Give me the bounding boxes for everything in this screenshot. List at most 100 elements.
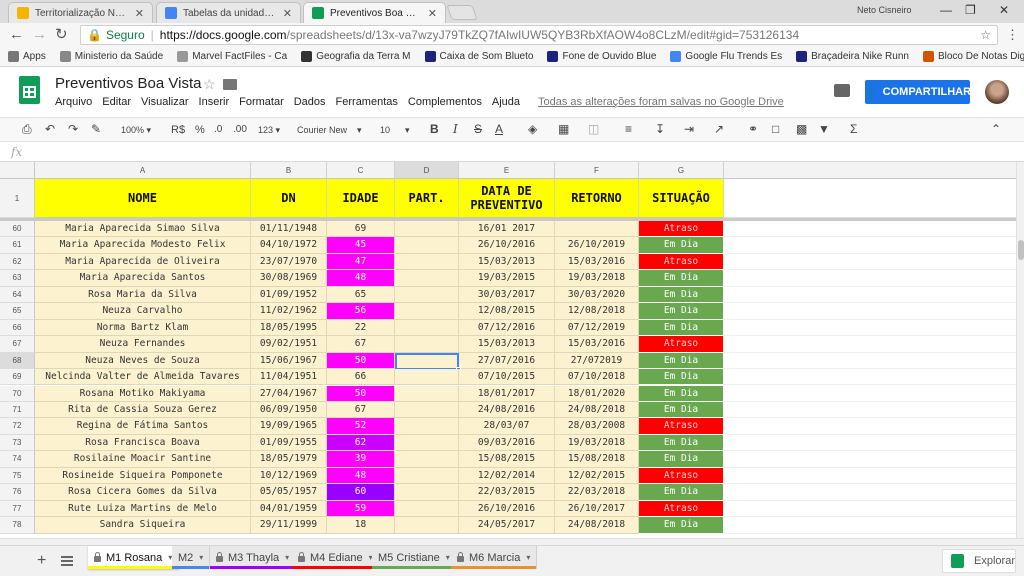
cell-nome[interactable]: Neuza Carvalho [35,303,251,320]
cell-dn[interactable]: 29/11/1999 [251,517,327,534]
forward-icon[interactable]: → [32,27,47,42]
empty-cell[interactable] [724,451,1016,468]
new-tab-button[interactable] [446,5,478,20]
horizontal-align-icon[interactable]: ≡ [625,123,632,135]
column-header[interactable]: B [251,162,327,179]
cell-dn[interactable]: 01/11/1948 [251,221,327,238]
sheets-logo-icon[interactable] [19,76,40,104]
status-cell[interactable]: Em Dia [639,517,724,534]
print-icon[interactable]: ⎙ [22,123,32,135]
add-sheet-icon[interactable]: + [37,553,46,569]
cell-nome[interactable]: Maria Aparecida de Oliveira [35,253,251,271]
bookmark-item[interactable]: Apps [8,51,46,62]
restore-icon[interactable]: ❐ [965,3,976,17]
folder-icon[interactable] [223,79,237,90]
cell-idade[interactable]: 18 [327,517,395,534]
menu-item[interactable]: Formatar [239,96,284,108]
comments-icon[interactable] [834,84,850,97]
row-header[interactable]: 69 [0,369,35,386]
cell-idade[interactable]: 62 [327,434,395,452]
menu-item[interactable]: Dados [294,96,326,108]
chrome-menu-icon[interactable]: ⋮ [1006,27,1019,42]
row-header[interactable]: 73 [0,434,35,452]
row-header[interactable]: 62 [0,253,35,271]
bookmark-item[interactable]: Geografia da Terra M [301,51,411,62]
cell-idade[interactable]: 67 [327,401,395,419]
row-header[interactable]: 67 [0,336,35,353]
row-header[interactable]: 77 [0,500,35,518]
cell-prev[interactable]: 18/01/2017 [459,385,555,402]
row-header[interactable]: 74 [0,451,35,468]
empty-cell[interactable] [724,369,1016,386]
insert-chart-icon[interactable]: ▩ [796,123,807,135]
empty-cell[interactable] [724,336,1016,353]
selected-cell[interactable] [395,352,459,371]
bookmark-item[interactable]: Bloco De Notas Digit [922,51,1024,62]
status-cell[interactable]: Em Dia [639,319,724,337]
cell-dn[interactable]: 06/09/1950 [251,401,327,419]
status-cell[interactable]: Em Dia [639,401,724,419]
cell-ret[interactable]: 15/08/2018 [555,451,639,468]
column-title-c[interactable]: IDADE [327,179,395,218]
cell-prev[interactable]: 15/03/2013 [459,253,555,271]
explore-button[interactable]: Explorar [942,549,1016,573]
cell-ret[interactable]: 19/03/2018 [555,270,639,287]
cell-idade[interactable]: 66 [327,369,395,386]
font-size-select[interactable]: 10 ▾ [380,124,410,136]
row-header[interactable]: 75 [0,467,35,485]
cell-part[interactable] [395,484,459,501]
column-title-f[interactable]: RETORNO [555,179,639,218]
column-header[interactable]: E [459,162,555,179]
url-input[interactable]: 🔒 Seguro | https://docs.google.com/sprea… [80,25,998,45]
empty-cell[interactable] [724,286,1016,304]
cell-dn[interactable]: 01/09/1952 [251,286,327,304]
cell-prev[interactable]: 26/10/2016 [459,237,555,254]
cell-nome[interactable]: Maria Aparecida Simao Silva [35,221,251,238]
status-cell[interactable]: Em Dia [639,434,724,452]
text-wrap-icon[interactable]: ⇥ [684,123,694,135]
currency-button[interactable]: R$ [171,124,185,136]
share-button[interactable]: 👤 COMPARTILHAR [864,80,971,104]
filter-icon[interactable]: ▼ [818,123,830,135]
cell-prev[interactable]: 15/08/2015 [459,451,555,468]
cell-idade[interactable]: 50 [327,352,395,370]
row-header[interactable]: 64 [0,286,35,304]
cell-idade[interactable]: 22 [327,319,395,337]
cell-idade[interactable]: 56 [327,303,395,320]
cell-prev[interactable]: 15/03/2013 [459,336,555,353]
increase-decimal-button[interactable]: .00 [233,124,247,136]
cell-part[interactable] [395,270,459,287]
menu-item[interactable]: Inserir [199,96,230,108]
cell-ret[interactable]: 19/03/2018 [555,434,639,452]
vertical-scrollbar[interactable] [1016,162,1024,538]
cell-idade[interactable]: 45 [327,237,395,254]
cell-part[interactable] [395,286,459,304]
sheet-tab[interactable]: M1 Rosana ▾ [88,546,180,569]
reload-icon[interactable]: ↻ [55,27,68,42]
column-title-e[interactable]: DATA DE PREVENTIVO [459,179,555,218]
status-cell[interactable]: Em Dia [639,451,724,468]
cell-idade[interactable]: 39 [327,451,395,468]
row-header[interactable]: 1 [0,179,35,218]
status-cell[interactable]: Em Dia [639,369,724,386]
empty-cell[interactable] [724,270,1016,287]
cell-part[interactable] [395,467,459,485]
menu-item[interactable]: Ferramentas [336,96,398,108]
vertical-align-icon[interactable]: ↧ [655,123,665,135]
cell-prev[interactable]: 30/03/2017 [459,286,555,304]
cell-dn[interactable]: 30/08/1969 [251,270,327,287]
cell-idade[interactable]: 67 [327,336,395,353]
cell-nome[interactable]: Neuza Fernandes [35,336,251,353]
empty-cell[interactable] [724,237,1016,254]
cell-idade[interactable]: 48 [327,467,395,485]
cell-ret[interactable]: 15/03/2016 [555,336,639,353]
avatar[interactable] [985,80,1009,104]
cell-ret[interactable]: 18/01/2020 [555,385,639,402]
row-header[interactable]: 63 [0,270,35,287]
row-header[interactable]: 60 [0,221,35,238]
row-header[interactable]: 76 [0,484,35,501]
cell-ret[interactable]: 24/08/2018 [555,401,639,419]
bookmark-item[interactable]: Marvel FactFiles - Ca [177,51,287,62]
cell-prev[interactable]: 26/10/2016 [459,500,555,518]
cell-nome[interactable]: Maria Aparecida Modesto Felix [35,237,251,254]
